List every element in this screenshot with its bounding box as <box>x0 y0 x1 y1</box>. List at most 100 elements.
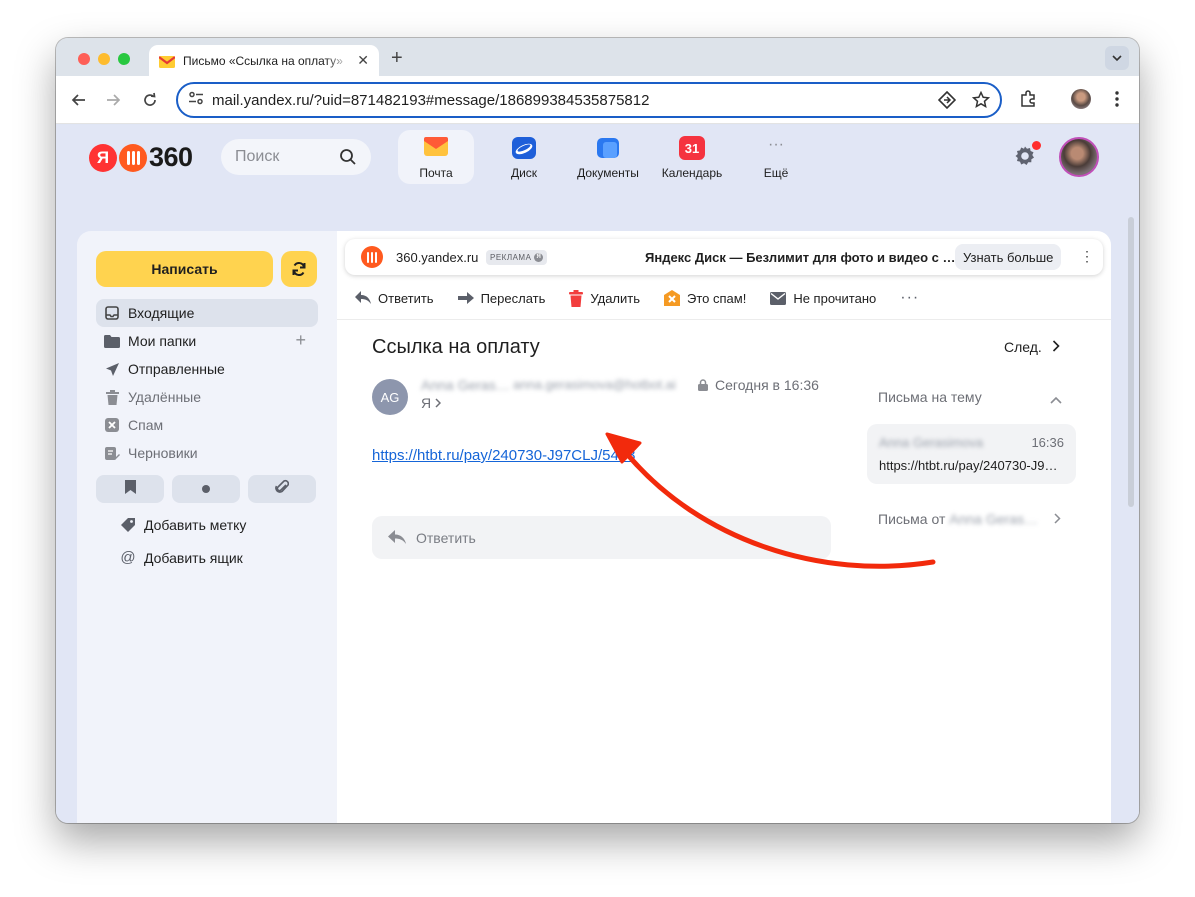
thread-header[interactable]: Письма на тему <box>878 389 982 405</box>
chevron-right-small-icon <box>435 395 442 411</box>
360-ring-icon <box>119 143 147 172</box>
toolbar-divider <box>337 319 1111 320</box>
gmail-favicon-icon <box>158 55 176 68</box>
add-folder-icon[interactable]: + <box>295 330 306 351</box>
tab-search-icon[interactable] <box>1105 46 1129 70</box>
folder-sent[interactable]: Отправленные <box>96 355 318 383</box>
site-settings-icon[interactable] <box>188 91 204 110</box>
reply-button[interactable]: Ответить <box>355 291 434 306</box>
forward-arrow-icon <box>457 292 474 304</box>
ad-text: Яндекс Диск — Безлимит для фото и видео … <box>645 250 956 265</box>
refresh-button[interactable] <box>281 251 317 287</box>
payment-link[interactable]: https://htbt.ru/pay/240730-J97CLJ/54d3 <box>372 447 636 464</box>
trash-icon <box>104 389 120 405</box>
disk-icon <box>511 136 537 160</box>
tab-title: Письмо «Ссылка на оплату» <box>183 53 343 68</box>
more-dots-icon: ··· <box>768 136 784 153</box>
thread-item[interactable]: Anna Gerasimova 16:36 https://htbt.ru/pa… <box>867 424 1076 484</box>
bookmark-star-icon[interactable] <box>971 90 991 114</box>
extensions-icon[interactable] <box>1017 88 1039 110</box>
profile-avatar[interactable] <box>1070 88 1092 110</box>
browser-menu-icon[interactable] <box>1106 88 1128 110</box>
compose-button[interactable]: Написать <box>96 251 273 287</box>
paperclip-icon <box>275 479 290 500</box>
tab-strip: Письмо «Ссылка на оплату» ✕ + <box>56 38 1139 76</box>
spam-orange-icon <box>664 290 681 306</box>
forward-icon[interactable] <box>102 89 124 111</box>
folder-inbox[interactable]: Входящие <box>96 299 318 327</box>
unread-dot-icon <box>202 480 210 498</box>
back-icon[interactable] <box>68 89 90 111</box>
message-panel: 360.yandex.ru РЕКЛАМА Я Яндекс Диск — Без… <box>337 231 1111 823</box>
new-tab-icon[interactable]: + <box>391 47 403 70</box>
filter-important[interactable] <box>96 475 164 503</box>
yandex-360-logo[interactable]: Я 360 <box>89 142 193 173</box>
minimize-window-button[interactable] <box>98 53 110 65</box>
letters-from-name: Anna Geras… <box>949 511 1038 527</box>
message-actions: Ответить Переслать Удалить Это спам! Не … <box>355 289 943 307</box>
more-actions-icon[interactable]: ··· <box>900 289 919 307</box>
next-message-button[interactable]: След. <box>1004 339 1060 355</box>
documents-icon <box>595 136 621 160</box>
filter-unread[interactable] <box>172 475 240 503</box>
user-avatar[interactable] <box>1059 137 1099 177</box>
notification-dot <box>1032 141 1041 150</box>
translate-icon[interactable] <box>937 90 957 114</box>
browser-tab[interactable]: Письмо «Ссылка на оплату» ✕ <box>149 45 379 76</box>
spam-icon <box>104 417 120 433</box>
letters-from-header[interactable]: Письма от Anna Geras… <box>878 511 1061 527</box>
ad-learn-more-button[interactable]: Узнать больше <box>955 244 1062 270</box>
mail-page: Я 360 Поиск Почта Диск Документы 31 Кале… <box>56 125 1139 823</box>
spam-button[interactable]: Это спам! <box>664 290 746 306</box>
close-window-button[interactable] <box>78 53 90 65</box>
mark-unread-button[interactable]: Не прочитано <box>770 291 876 306</box>
service-calendar[interactable]: 31 Календарь <box>650 130 734 184</box>
message-date: Сегодня в 16:36 <box>715 377 819 393</box>
at-sign-icon: @ <box>120 549 136 566</box>
folder-spam[interactable]: Спам <box>96 411 318 439</box>
settings-gear-icon[interactable] <box>1014 145 1036 172</box>
envelope-icon <box>770 291 787 305</box>
ad-banner[interactable]: 360.yandex.ru РЕКЛАМА Я Яндекс Диск — Без… <box>345 239 1103 275</box>
delete-button[interactable]: Удалить <box>569 289 640 307</box>
quick-reply-input[interactable]: Ответить <box>372 516 831 559</box>
forward-button[interactable]: Переслать <box>457 291 545 306</box>
add-mailbox-link[interactable]: @ Добавить ящик <box>120 549 242 566</box>
sender-name[interactable]: Anna Geras… <box>421 377 510 393</box>
folder-my-folders[interactable]: Мои папки + <box>96 327 318 355</box>
chevron-up-icon[interactable] <box>1050 391 1062 409</box>
service-documents[interactable]: Документы <box>566 130 650 184</box>
add-label-link[interactable]: Добавить метку <box>120 517 246 533</box>
thread-item-from: Anna Gerasimova <box>879 435 984 450</box>
ad-domain: 360.yandex.ru <box>396 250 479 265</box>
sender-email[interactable]: anna.gerasimova@hotbot.ai <box>513 377 676 392</box>
ad-badge: РЕКЛАМА Я <box>486 250 548 265</box>
ad-more-icon[interactable]: ⋮ <box>1080 248 1094 265</box>
calendar-icon: 31 <box>679 136 705 160</box>
address-bar[interactable]: mail.yandex.ru/?uid=871482193#message/18… <box>176 82 1002 118</box>
search-icon <box>339 148 357 171</box>
browser-toolbar: mail.yandex.ru/?uid=871482193#message/18… <box>56 76 1139 124</box>
recipient[interactable]: Я <box>421 395 442 411</box>
reload-icon[interactable] <box>139 89 161 111</box>
page-scrollbar[interactable] <box>1128 217 1134 507</box>
zoom-window-button[interactable] <box>118 53 130 65</box>
360-ad-logo-icon <box>361 246 383 268</box>
inbox-icon <box>104 305 120 321</box>
chevron-right-icon <box>1054 511 1061 527</box>
bookmark-icon <box>124 479 136 499</box>
service-more[interactable]: ··· Ещё <box>734 130 818 184</box>
search-input[interactable]: Поиск <box>221 139 371 175</box>
service-disk[interactable]: Диск <box>482 130 566 184</box>
tab-close-icon[interactable]: ✕ <box>357 52 369 69</box>
filter-attachments[interactable] <box>248 475 316 503</box>
folder-deleted[interactable]: Удалённые <box>96 383 318 411</box>
folder-icon <box>104 333 120 349</box>
url-text: mail.yandex.ru/?uid=871482193#message/18… <box>212 91 650 109</box>
yandex-logo-icon: Я <box>89 143 117 172</box>
browser-window: Письмо «Ссылка на оплату» ✕ + mail.yande… <box>56 38 1139 823</box>
service-mail[interactable]: Почта <box>398 130 474 184</box>
mail-envelope-icon <box>423 136 449 160</box>
reply-arrow-icon <box>388 530 406 545</box>
folder-drafts[interactable]: Черновики <box>96 439 318 467</box>
